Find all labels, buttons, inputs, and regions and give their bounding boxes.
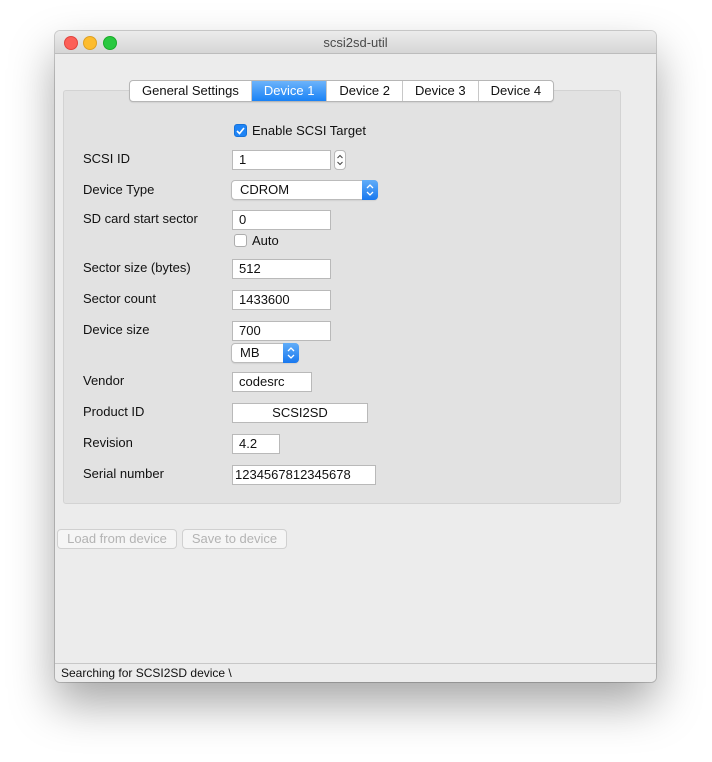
serial-number-label: Serial number	[83, 466, 164, 481]
status-bar: Searching for SCSI2SD device \	[55, 663, 656, 682]
enable-scsi-target-label: Enable SCSI Target	[252, 123, 366, 138]
scsi-id-label: SCSI ID	[83, 151, 130, 166]
enable-scsi-target-checkbox[interactable]: Enable SCSI Target	[234, 123, 366, 138]
product-id-field[interactable]: SCSI2SD	[232, 403, 368, 423]
revision-label: Revision	[83, 435, 133, 450]
app-window: scsi2sd-util General Settings Device 1 D…	[55, 31, 656, 682]
device-size-field[interactable]: 700	[232, 321, 331, 341]
sector-size-field[interactable]: 512	[232, 259, 331, 279]
tab-device-4[interactable]: Device 4	[479, 81, 554, 101]
device-type-select[interactable]: CDROM	[231, 180, 378, 200]
stepper-arrows-icon	[337, 154, 343, 166]
serial-number-field[interactable]: 1234567812345678	[232, 465, 376, 485]
vendor-label: Vendor	[83, 373, 125, 388]
tab-bar: General Settings Device 1 Device 2 Devic…	[129, 80, 555, 102]
status-text: Searching for SCSI2SD device \	[61, 666, 232, 680]
popup-arrows-icon	[283, 343, 299, 363]
sector-count-label: Sector count	[83, 291, 156, 306]
tab-device-2[interactable]: Device 2	[327, 81, 403, 101]
auto-label: Auto	[252, 233, 279, 248]
vendor-field[interactable]: codesrc	[232, 372, 312, 392]
revision-field[interactable]: 4.2	[232, 434, 280, 454]
title-bar: scsi2sd-util	[55, 31, 656, 54]
tab-device-1[interactable]: Device 1	[251, 81, 328, 101]
scsi-id-field[interactable]: 1	[232, 150, 331, 170]
window-title: scsi2sd-util	[323, 35, 388, 50]
sd-start-sector-label: SD card start sector	[83, 211, 198, 226]
device-size-unit-value: MB	[240, 345, 260, 360]
popup-arrows-icon	[362, 180, 378, 200]
checkbox-checked-icon	[234, 124, 247, 137]
product-id-label: Product ID	[83, 404, 145, 419]
auto-checkbox[interactable]: Auto	[234, 233, 279, 248]
tab-device-3[interactable]: Device 3	[403, 81, 479, 101]
device-type-label: Device Type	[83, 182, 155, 197]
sector-count-field[interactable]: 1433600	[232, 290, 331, 310]
device-size-label: Device size	[83, 322, 150, 337]
checkbox-unchecked-icon	[234, 234, 247, 247]
tab-general-settings[interactable]: General Settings	[130, 81, 252, 101]
sd-start-sector-field[interactable]: 0	[232, 210, 331, 230]
load-from-device-button[interactable]: Load from device	[57, 529, 177, 549]
device-size-unit-select[interactable]: MB	[231, 343, 299, 363]
sector-size-label: Sector size (bytes)	[83, 260, 191, 275]
scsi-id-stepper[interactable]	[334, 150, 346, 170]
device-type-value: CDROM	[240, 182, 290, 197]
save-to-device-button[interactable]: Save to device	[182, 529, 287, 549]
